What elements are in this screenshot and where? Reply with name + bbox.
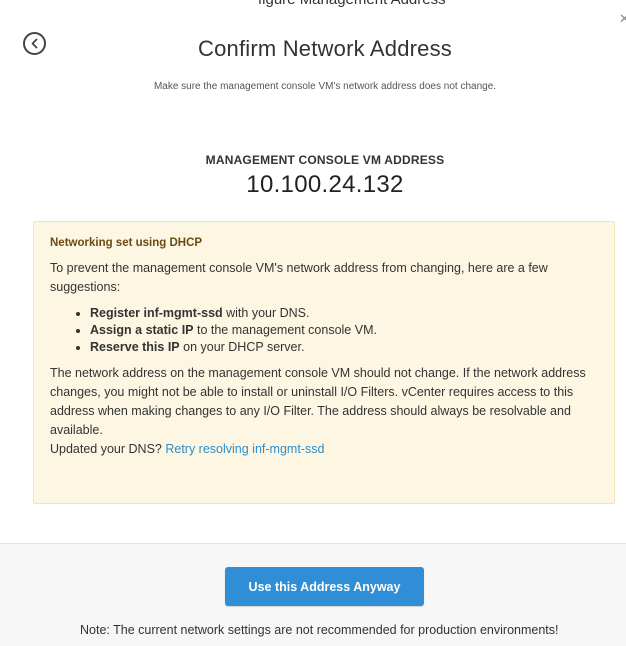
footer-note: Note: The current network settings are n…	[80, 623, 559, 637]
retry-prefix: Updated your DNS?	[50, 442, 166, 456]
use-address-anyway-button[interactable]: Use this Address Anyway	[225, 567, 424, 606]
suggestion-item: Register inf-mgmt-ssd with your DNS.	[90, 305, 600, 322]
suggestion-item: Assign a static IP to the management con…	[90, 322, 600, 339]
confirm-network-address-dialog: figure Management Address ✕ Confirm Netw…	[0, 0, 626, 646]
retry-line: Updated your DNS? Retry resolving inf-mg…	[50, 440, 600, 459]
suggestion-rest: to the management console VM.	[193, 323, 377, 337]
page-subtitle: Make sure the management console VM's ne…	[153, 81, 497, 92]
close-icon[interactable]: ✕	[619, 13, 626, 25]
suggestion-bold: Assign a static IP	[90, 323, 194, 337]
notice-heading: Networking set using DHCP	[50, 237, 203, 249]
dialog-footer: Use this Address Anyway Note: The curren…	[0, 543, 626, 646]
suggestion-list: Register inf-mgmt-ssd with your DNS. Ass…	[50, 305, 600, 356]
page-title: Confirm Network Address	[197, 36, 452, 61]
notice-intro: To prevent the management console VM's n…	[50, 261, 548, 294]
suggestion-bold: Register inf-mgmt-ssd	[90, 306, 223, 320]
retry-resolving-link[interactable]: Retry resolving inf-mgmt-ssd	[165, 442, 324, 456]
suggestion-item: Reserve this IP on your DHCP server.	[90, 339, 600, 356]
address-label: MANAGEMENT CONSOLE VM ADDRESS	[205, 153, 445, 167]
suggestion-rest: with your DNS.	[222, 306, 310, 320]
suggestion-bold: Reserve this IP	[90, 340, 180, 354]
cut-off-top-text: figure Management Address	[258, 0, 626, 8]
notice-body: The network address on the management co…	[50, 366, 586, 437]
address-value: 10.100.24.132	[246, 171, 404, 198]
suggestion-rest: on your DHCP server.	[179, 340, 305, 354]
dhcp-warning-notice: Networking set using DHCP To prevent the…	[33, 221, 615, 504]
